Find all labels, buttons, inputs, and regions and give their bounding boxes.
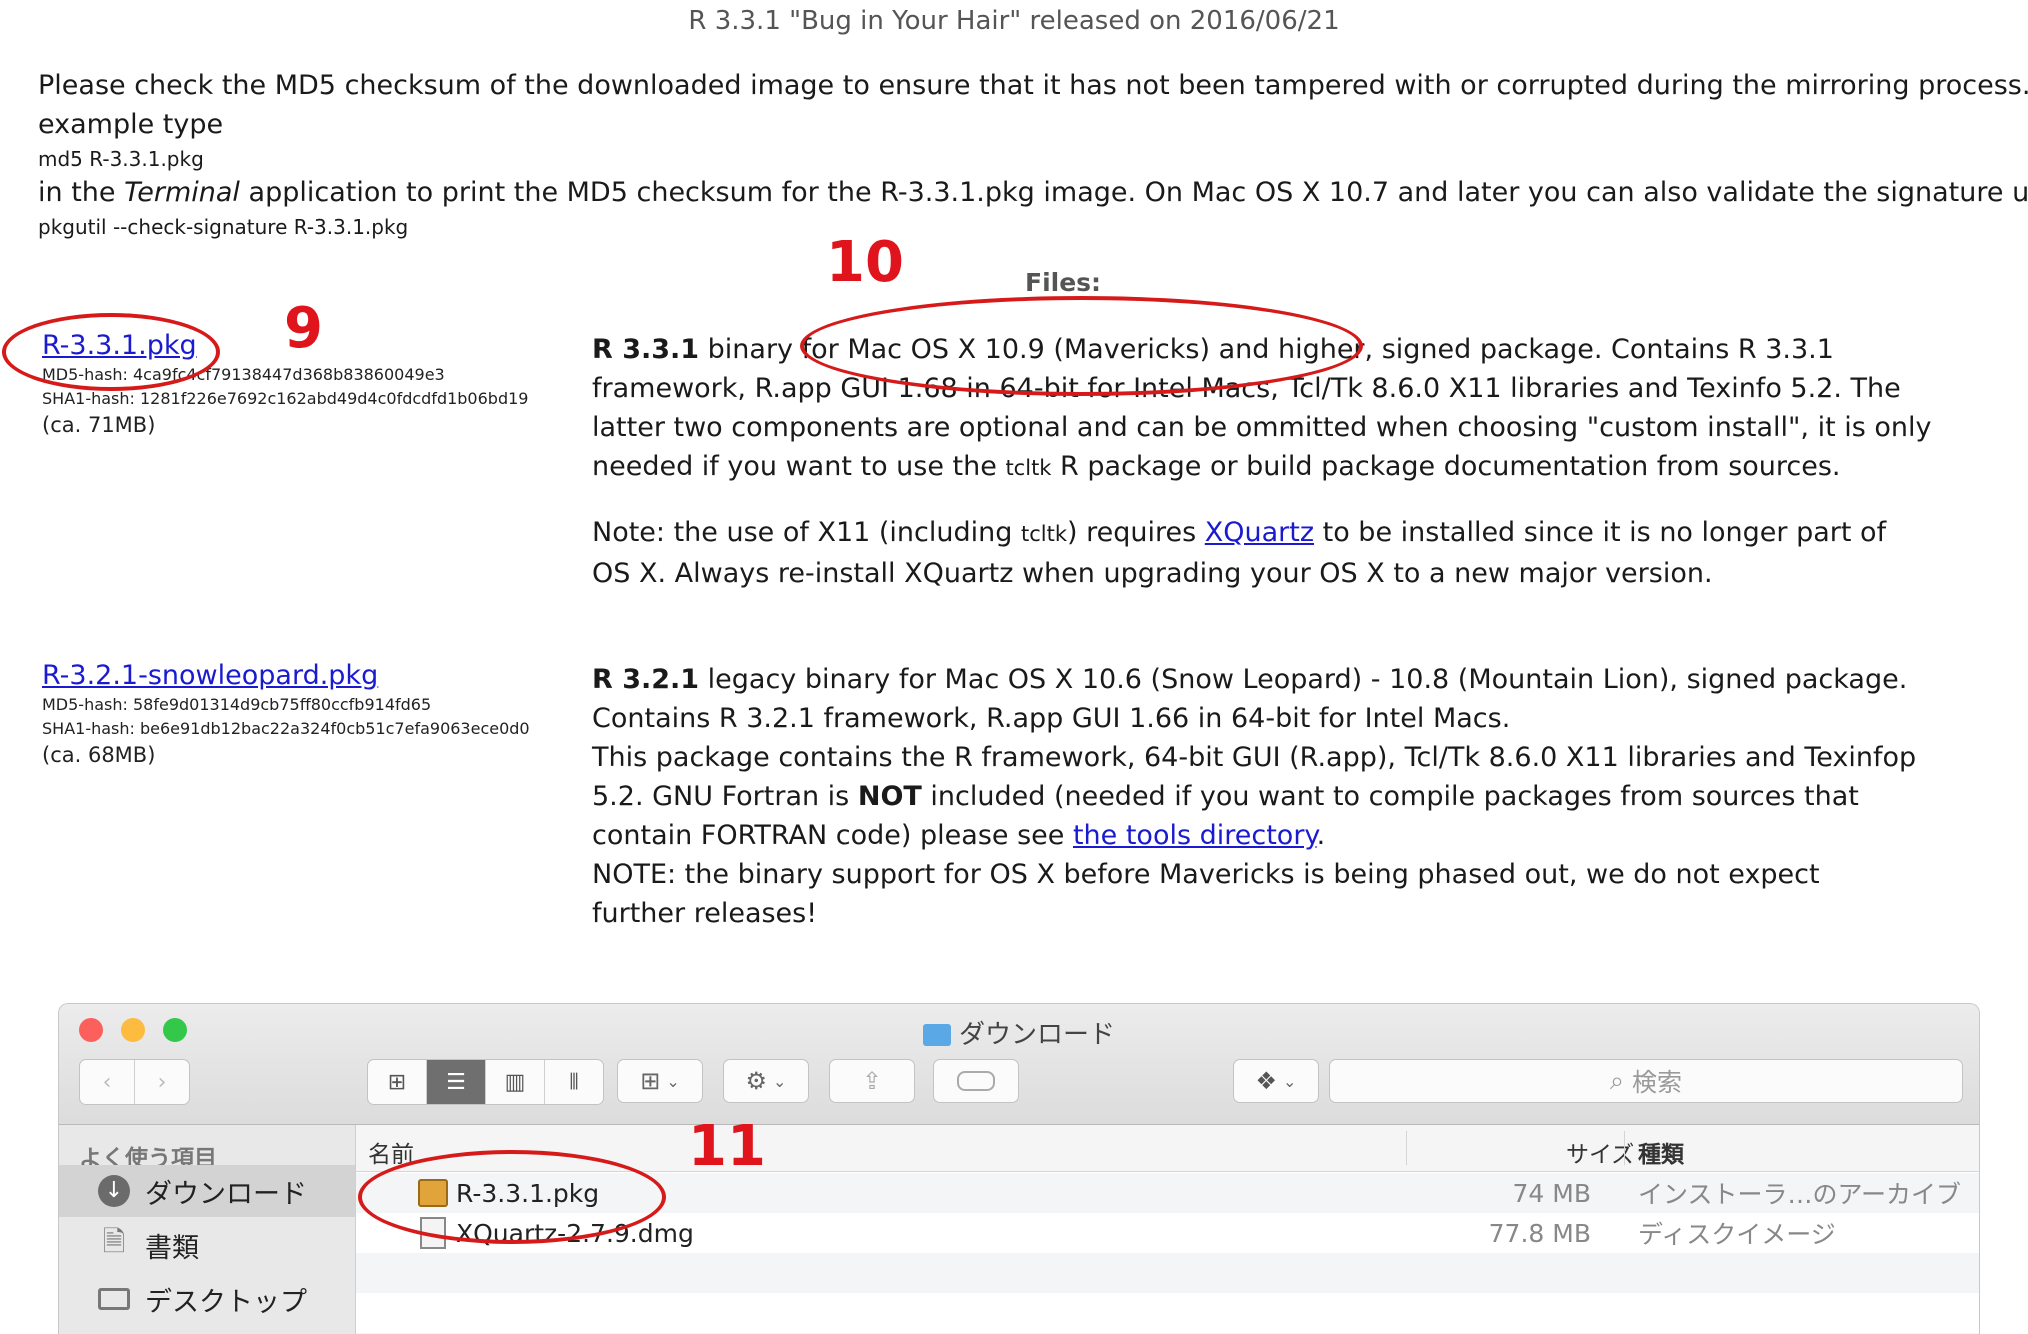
search-placeholder: 検索 bbox=[1632, 1068, 1683, 1097]
note-mid: ) requires bbox=[1067, 517, 1205, 548]
file-size: 77.8 MB bbox=[1488, 1218, 1591, 1248]
package-2-desc-line-3: This package contains the R framework, 6… bbox=[592, 742, 1917, 773]
file-kind: インストーラ…のアーカイブ bbox=[1638, 1180, 1962, 1209]
icon-view-icon[interactable]: ⊞ bbox=[368, 1060, 427, 1104]
package-1-desc-4-post: R package or build package documentation… bbox=[1051, 451, 1841, 482]
package-1-note-line-1: Note: the use of X11 (including tcltk) r… bbox=[592, 513, 1932, 554]
arrange-button[interactable]: ⊞ ⌄ bbox=[617, 1059, 703, 1103]
column-divider bbox=[1624, 1131, 1625, 1165]
annotation-number-9: 9 bbox=[284, 296, 323, 361]
note-post: to be installed since it is no longer pa… bbox=[1314, 517, 1887, 548]
files-label: Files: bbox=[1025, 268, 1102, 297]
package-2-version: R 3.2.1 bbox=[592, 664, 700, 695]
package-1-version: R 3.3.1 bbox=[592, 334, 700, 365]
package-2-desc-4-post: included (needed if you want to compile … bbox=[921, 781, 1859, 812]
package-2-size: (ca. 68MB) bbox=[42, 743, 156, 767]
arrange-icon: ⊞ bbox=[640, 1067, 661, 1095]
intro-line-3: in the Terminal application to print the… bbox=[38, 173, 2028, 212]
forward-button[interactable]: › bbox=[135, 1060, 189, 1104]
finder-titlebar: ダウンロード ‹ › ⊞ ☰ ▥ ⫴ ⊞ ⌄ ⚙ ⌄ ⇪ ❖ ⌄ ⌕ 検索 bbox=[59, 1004, 1979, 1125]
coverflow-view-icon[interactable]: ⫴ bbox=[545, 1060, 603, 1104]
intro-line-2: example type bbox=[38, 109, 224, 140]
package-2-desc-line-6: NOTE: the binary support for OS X before… bbox=[592, 859, 1820, 890]
package-1-desc-4-pre: needed if you want to use the bbox=[592, 451, 1006, 482]
chevron-down-icon: ⌄ bbox=[666, 1071, 680, 1091]
gear-icon: ⚙ bbox=[745, 1067, 768, 1095]
tcltk-code: tcltk bbox=[1005, 456, 1052, 480]
package-2-desc-line-7: further releases! bbox=[592, 898, 818, 929]
search-icon: ⌕ bbox=[1609, 1066, 1624, 1095]
sidebar-item-downloads[interactable]: ↓ ダウンロード bbox=[59, 1165, 355, 1217]
folder-icon bbox=[922, 1024, 951, 1046]
package-2-desc-line-5: contain FORTRAN code) please see the too… bbox=[592, 816, 1932, 855]
intro-line-3-post: application to print the MD5 checksum fo… bbox=[239, 177, 2028, 208]
share-button[interactable]: ⇪ bbox=[829, 1059, 915, 1103]
dropbox-icon: ❖ bbox=[1255, 1067, 1278, 1095]
terminal-term: Terminal bbox=[124, 177, 240, 208]
sidebar-item-desktop[interactable]: デスクトップ bbox=[59, 1273, 355, 1325]
intro-line-3-pre: in the bbox=[38, 177, 125, 208]
package-2-desc-5-pre: contain FORTRAN code) please see bbox=[592, 820, 1073, 851]
package-2-meta: R-3.2.1-snowleopard.pkg MD5-hash: 58fe9d… bbox=[42, 660, 530, 769]
package-1-size: (ca. 71MB) bbox=[42, 413, 156, 437]
column-kind-header[interactable]: 種類 bbox=[1638, 1135, 1684, 1169]
action-button[interactable]: ⚙ ⌄ bbox=[723, 1059, 809, 1103]
column-divider bbox=[1406, 1131, 1407, 1165]
not-bold: NOT bbox=[857, 781, 922, 812]
md5-command: md5 R-3.3.1.pkg bbox=[38, 147, 204, 171]
sidebar-item-label: ダウンロード bbox=[145, 1178, 307, 1210]
package-2-desc-text-1: legacy binary for Mac OS X 10.6 (Snow Le… bbox=[699, 664, 1908, 695]
annotation-number-11: 11 bbox=[688, 1114, 766, 1179]
finder-sidebar: よく使う項目 ↓ ダウンロード 🗎 書類 デスクトップ bbox=[59, 1125, 356, 1334]
annotation-number-10: 10 bbox=[826, 230, 904, 295]
share-icon: ⇪ bbox=[861, 1067, 883, 1095]
package-2-description: R 3.2.1 legacy binary for Mac OS X 10.6 … bbox=[592, 660, 1932, 933]
intro-line-1: Please check the MD5 checksum of the dow… bbox=[38, 70, 2028, 101]
package-2-desc-5-post: . bbox=[1316, 820, 1326, 851]
search-field[interactable]: ⌕ 検索 bbox=[1329, 1059, 1963, 1103]
document-icon: 🗎 bbox=[102, 1225, 126, 1258]
xquartz-link[interactable]: XQuartz bbox=[1205, 517, 1314, 548]
back-forward-buttons: ‹ › bbox=[79, 1059, 190, 1105]
download-icon: ↓ bbox=[97, 1174, 131, 1208]
sidebar-item-label: デスクトップ bbox=[145, 1286, 307, 1318]
release-heading: R 3.3.1 "Bug in Your Hair" released on 2… bbox=[688, 6, 1340, 36]
package-2-desc-line-2: Contains R 3.2.1 framework, R.app GUI 1.… bbox=[592, 703, 1511, 734]
package-2-md5: MD5-hash: 58fe9d01314d9cb75ff80ccfb914fd… bbox=[42, 695, 432, 714]
annotation-ellipse-9 bbox=[2, 313, 220, 391]
chevron-down-icon: ⌄ bbox=[1283, 1071, 1297, 1091]
window-title-text: ダウンロード bbox=[958, 1020, 1115, 1050]
package-2-sha1: SHA1-hash: be6e91db12bac22a324f0cb51c7ef… bbox=[42, 719, 530, 738]
sidebar-item-label: 書類 bbox=[145, 1232, 199, 1264]
desktop-icon bbox=[97, 1282, 131, 1316]
chevron-down-icon: ⌄ bbox=[773, 1071, 787, 1091]
note-tcltk-code: tcltk bbox=[1020, 522, 1067, 546]
empty-row bbox=[356, 1253, 1979, 1293]
package-2-desc-line-1: R 3.2.1 legacy binary for Mac OS X 10.6 … bbox=[592, 660, 1932, 699]
tags-button[interactable] bbox=[933, 1059, 1019, 1103]
r-321-snowleopard-pkg-link[interactable]: R-3.2.1-snowleopard.pkg bbox=[42, 660, 530, 691]
package-2-desc-line-4: 5.2. GNU Fortran is NOT included (needed… bbox=[592, 777, 1932, 816]
file-size: 74 MB bbox=[1512, 1178, 1591, 1208]
package-2-desc-4-pre: 5.2. GNU Fortran is bbox=[592, 781, 858, 812]
dropbox-button[interactable]: ❖ ⌄ bbox=[1233, 1059, 1319, 1103]
note-pre: Note: the use of X11 (including bbox=[592, 517, 1021, 548]
annotation-ellipse-10 bbox=[800, 296, 1363, 396]
pkgutil-command: pkgutil --check-signature R-3.3.1.pkg bbox=[38, 215, 409, 239]
finder-window: ダウンロード ‹ › ⊞ ☰ ▥ ⫴ ⊞ ⌄ ⚙ ⌄ ⇪ ❖ ⌄ ⌕ 検索 よく… bbox=[58, 1003, 1980, 1334]
file-kind: ディスクイメージ bbox=[1638, 1220, 1836, 1249]
column-view-icon[interactable]: ▥ bbox=[486, 1060, 545, 1104]
package-1-desc-line-4: needed if you want to use the tcltk R pa… bbox=[592, 447, 1932, 488]
sidebar-item-documents[interactable]: 🗎 書類 bbox=[59, 1219, 355, 1271]
view-mode-segment: ⊞ ☰ ▥ ⫴ bbox=[367, 1059, 604, 1105]
list-view-icon[interactable]: ☰ bbox=[427, 1060, 486, 1104]
back-button[interactable]: ‹ bbox=[80, 1060, 135, 1104]
tag-icon bbox=[957, 1071, 995, 1091]
annotation-ellipse-11 bbox=[358, 1150, 666, 1244]
package-1-note-line-2: OS X. Always re-install XQuartz when upg… bbox=[592, 558, 1713, 589]
window-title: ダウンロード bbox=[59, 1014, 1979, 1051]
tools-directory-link[interactable]: the tools directory bbox=[1073, 820, 1317, 851]
package-1-desc-line-3: latter two components are optional and c… bbox=[592, 412, 1932, 443]
